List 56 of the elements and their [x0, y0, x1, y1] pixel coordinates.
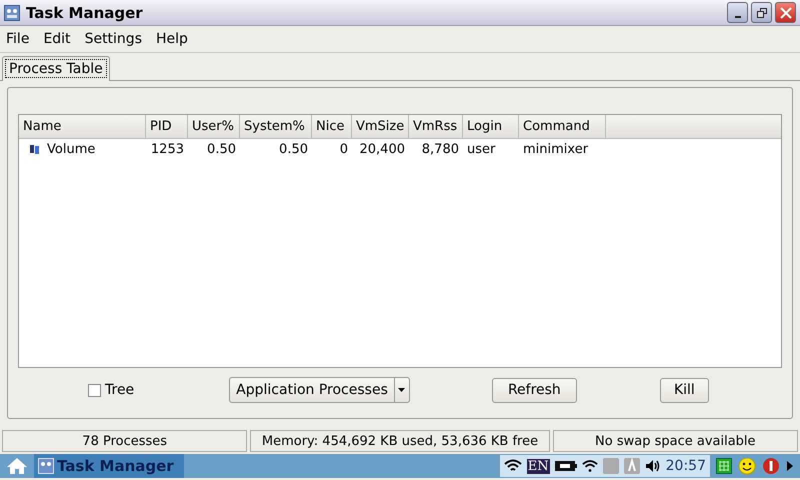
clock[interactable]: 20:57 — [666, 458, 706, 474]
column-header[interactable]: System% — [240, 115, 312, 138]
status-field: 78 Processes — [2, 430, 248, 452]
table-cell: user — [467, 142, 496, 156]
column-header[interactable]: Nice — [312, 115, 352, 138]
tab[interactable]: Process Table — [2, 56, 110, 81]
table-cell: Volume — [47, 142, 96, 156]
wifi-icon[interactable] — [504, 459, 522, 473]
column-header[interactable]: PID — [146, 115, 188, 138]
table-cell: 20,400 — [360, 142, 405, 156]
close-icon — [780, 6, 792, 18]
table-cell: 0.50 — [279, 142, 308, 156]
menu-item[interactable]: Help — [156, 31, 188, 47]
restore-button[interactable] — [751, 2, 772, 23]
home-icon[interactable] — [6, 457, 28, 475]
table-cell: 8,780 — [422, 142, 459, 156]
table-cell: 0.50 — [207, 142, 236, 156]
menu-item[interactable]: File — [6, 31, 30, 47]
grid-icon[interactable] — [716, 458, 732, 474]
process-filter-dropdown[interactable]: Application Processes — [229, 377, 410, 403]
caret-icon — [398, 388, 406, 392]
menu-item[interactable]: Settings — [84, 31, 142, 47]
keyboard-layout[interactable]: EN — [526, 458, 550, 474]
checkbox-label: Tree — [105, 382, 134, 398]
table-cell: minimixer — [523, 142, 588, 156]
minimize-icon — [734, 16, 740, 18]
volume-icon[interactable] — [644, 459, 661, 473]
input-method-icon[interactable] — [624, 458, 640, 474]
app-icon — [4, 4, 20, 20]
column-header[interactable]: VmRss — [409, 115, 463, 138]
minimize-button[interactable] — [727, 2, 748, 23]
column-header[interactable]: User% — [188, 115, 240, 138]
status-field: No swap space available — [552, 430, 798, 452]
column-header[interactable]: VmSize — [352, 115, 409, 138]
input-method-icon[interactable] — [602, 458, 619, 474]
table-cell: 1253 — [150, 142, 184, 156]
app-icon — [38, 458, 54, 474]
taskbar-item[interactable]: Task Manager — [34, 454, 184, 478]
kill-button[interactable]: Kill — [660, 378, 709, 402]
wifi-icon[interactable] — [582, 459, 598, 473]
arrow-icon[interactable] — [786, 460, 794, 472]
column-header[interactable]: Name — [19, 115, 146, 138]
speaker-icon — [29, 143, 41, 155]
table-cell: 0 — [340, 142, 348, 156]
close-button[interactable] — [775, 2, 796, 23]
column-header[interactable]: Command — [519, 115, 606, 138]
smiley-icon[interactable] — [738, 457, 756, 475]
restore-icon — [756, 8, 766, 18]
refresh-button[interactable]: Refresh — [492, 378, 577, 402]
window-title: Task Manager — [26, 4, 144, 22]
column-header[interactable]: Login — [463, 115, 519, 138]
menu-item[interactable]: Edit — [43, 31, 71, 47]
battery-icon[interactable] — [554, 461, 577, 471]
status-field: Memory: 454,692 KB used, 53,636 KB free — [250, 430, 550, 452]
alert-icon[interactable] — [762, 457, 780, 475]
tree-checkbox[interactable] — [88, 384, 101, 396]
